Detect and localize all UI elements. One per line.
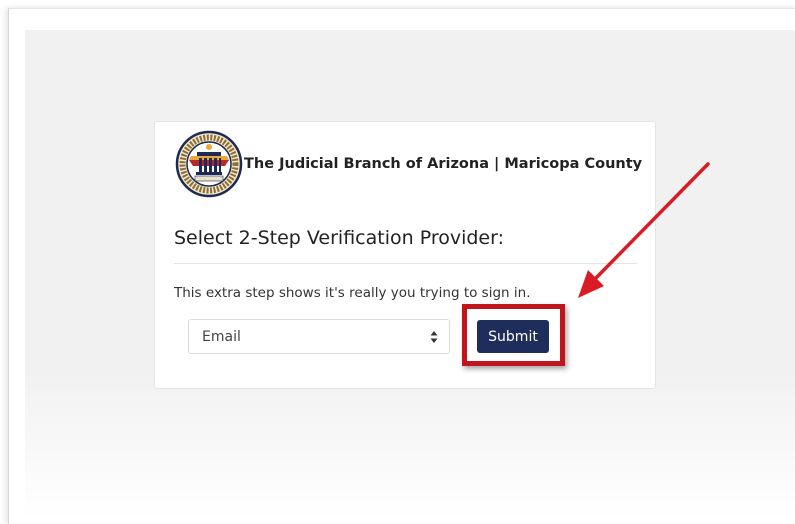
provider-select[interactable]: Email [188, 319, 450, 354]
provider-select-value: Email [202, 329, 241, 345]
page-title: Select 2-Step Verification Provider: [174, 227, 504, 249]
up-down-caret-icon [430, 331, 438, 343]
annotation-arrow-icon [578, 162, 710, 298]
annotation-highlight-box [462, 304, 565, 366]
judicial-seal-logo [175, 130, 243, 198]
instruction-text: This extra step shows it's really you tr… [174, 285, 531, 301]
